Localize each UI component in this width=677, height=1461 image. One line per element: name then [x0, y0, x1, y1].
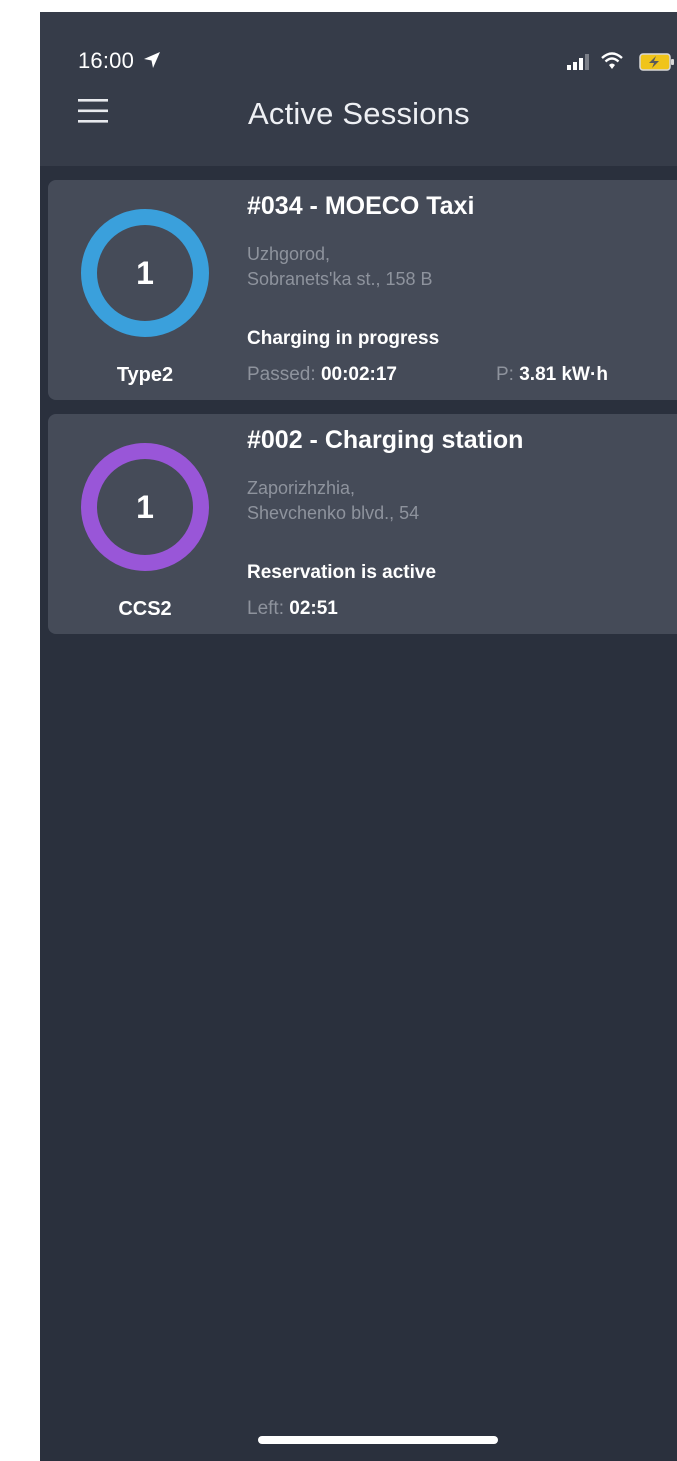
connector-number: 1 — [136, 488, 154, 525]
elapsed-time: Passed: 00:02:17 — [247, 364, 397, 386]
energy-value: 3.81 kW·h — [519, 364, 608, 385]
page-title: Active Sessions — [248, 96, 470, 131]
status-time: 16:00 — [78, 48, 135, 73]
home-indicator[interactable] — [258, 1436, 498, 1444]
elapsed-value: 00:02:17 — [320, 364, 397, 385]
energy-consumed: P: 3.81 kW·h — [496, 364, 608, 386]
session-status: Charging in progress — [247, 328, 440, 349]
station-address: Uzhgorod, Sobranets'ka st., 158 B — [247, 242, 433, 292]
address-city: Uzhgorod, — [247, 244, 331, 264]
energy-label: P: — [496, 364, 520, 385]
connector-type: Type2 — [116, 364, 174, 386]
station-title: #034 - MOECO Taxi — [247, 192, 475, 220]
time-left: Left: 02:51 — [247, 598, 338, 620]
station-title: #002 - Charging station — [247, 426, 524, 454]
time-left-label: Left: — [247, 598, 290, 619]
battery-charging-icon — [639, 53, 674, 71]
signal-icon — [567, 54, 589, 70]
hamburger-menu-icon[interactable] — [78, 97, 108, 125]
address-street: Sobranets'ka st., 158 B — [247, 269, 433, 289]
session-card[interactable]: 1 CCS2 #002 - Charging station Zaporizhz… — [48, 414, 677, 634]
session-card[interactable]: 1 Type2 #034 - MOECO Taxi Uzhgorod, Sobr… — [48, 180, 677, 400]
location-arrow-icon — [144, 52, 160, 68]
station-address: Zaporizhzhia, Shevchenko blvd., 54 — [247, 476, 419, 526]
elapsed-label: Passed: — [247, 364, 321, 385]
connector-type: CCS2 — [118, 598, 172, 620]
address-street: Shevchenko blvd., 54 — [247, 503, 420, 523]
time-left-value: 02:51 — [289, 598, 338, 619]
address-city: Zaporizhzhia, — [247, 478, 356, 498]
phone-screen: 16:00 Active Sessions 1 Type2 #034 - MOE… — [40, 12, 677, 1461]
status-icons — [567, 52, 677, 72]
app-header: 16:00 Active Sessions — [40, 12, 677, 166]
wifi-icon — [601, 52, 623, 69]
session-status: Reservation is active — [247, 562, 437, 583]
connector-number: 1 — [136, 254, 154, 291]
